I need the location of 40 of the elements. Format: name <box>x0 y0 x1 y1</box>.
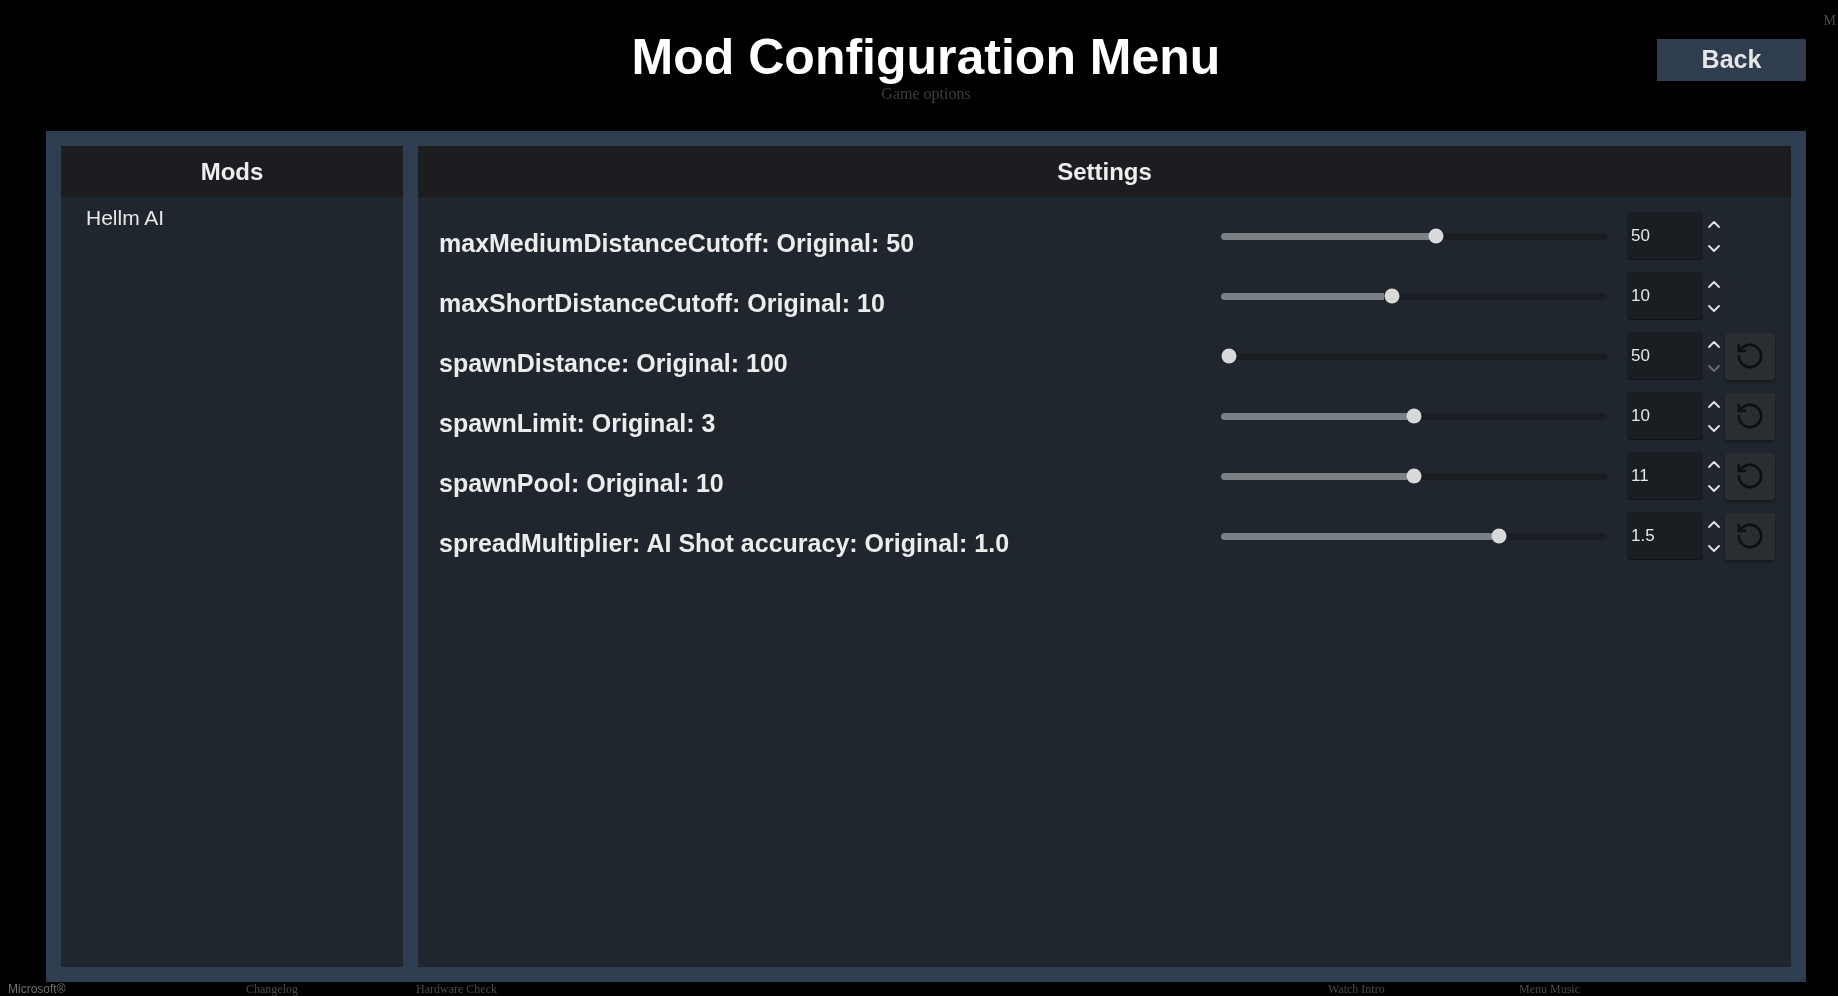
chevron-up-icon[interactable] <box>1708 220 1720 228</box>
chevron-up-icon[interactable] <box>1708 280 1720 288</box>
circular-arrow-icon <box>1735 341 1765 371</box>
number-field[interactable]: 1.5 <box>1627 512 1703 560</box>
slider-thumb[interactable] <box>1221 348 1236 364</box>
panel-header: Mods <box>61 146 403 197</box>
setting-label: spawnDistance: Original: 100 <box>439 348 789 380</box>
setting-label: spawnPool: Original: 10 <box>439 468 725 500</box>
slider-thumb[interactable] <box>1491 528 1507 544</box>
chevron-up-icon[interactable] <box>1708 520 1720 528</box>
background-menu-text: Changelog <box>246 983 298 996</box>
panel-header: Settings <box>418 146 1791 197</box>
number-field[interactable]: 11 <box>1627 452 1703 500</box>
number-field[interactable]: 50 <box>1627 332 1703 380</box>
number-field[interactable]: 50 <box>1627 212 1703 260</box>
mod-list-item[interactable]: Hellm AI <box>61 200 190 236</box>
circular-arrow-icon <box>1735 521 1765 551</box>
circular-arrow-icon <box>1735 461 1765 491</box>
chevron-up-icon[interactable] <box>1708 460 1720 468</box>
number-field[interactable]: 10 <box>1627 392 1703 440</box>
background-menu-text: Watch Intro <box>1328 983 1385 996</box>
setting-label: spawnLimit: Original: 3 <box>439 408 717 440</box>
number-field[interactable]: 10 <box>1627 272 1703 320</box>
background-menu-text: M <box>1823 14 1836 28</box>
background-menu-text: Game options <box>881 86 971 102</box>
chevron-up-icon[interactable] <box>1708 400 1720 408</box>
slider-thumb[interactable] <box>1406 468 1422 484</box>
slider-thumb[interactable] <box>1406 408 1422 424</box>
slider-thumb[interactable] <box>1384 288 1400 304</box>
page-title: Mod Configuration Menu <box>631 28 1221 86</box>
setting-label: maxShortDistanceCutoff: Original: 10 <box>439 288 886 320</box>
background-menu-text: Menu Music <box>1519 983 1580 996</box>
back-button[interactable]: Back <box>1657 39 1806 81</box>
setting-label: maxMediumDistanceCutoff: Original: 50 <box>439 228 916 260</box>
slider-thumb[interactable] <box>1428 228 1444 244</box>
background-menu-text: Microsoft® <box>8 983 66 996</box>
background-menu-text: Hardware Check <box>416 983 497 996</box>
chevron-up-icon[interactable] <box>1708 340 1720 348</box>
circular-arrow-icon <box>1735 401 1765 431</box>
setting-label: spreadMultiplier: AI Shot accuracy: Original: 1.0 <box>439 528 1011 560</box>
